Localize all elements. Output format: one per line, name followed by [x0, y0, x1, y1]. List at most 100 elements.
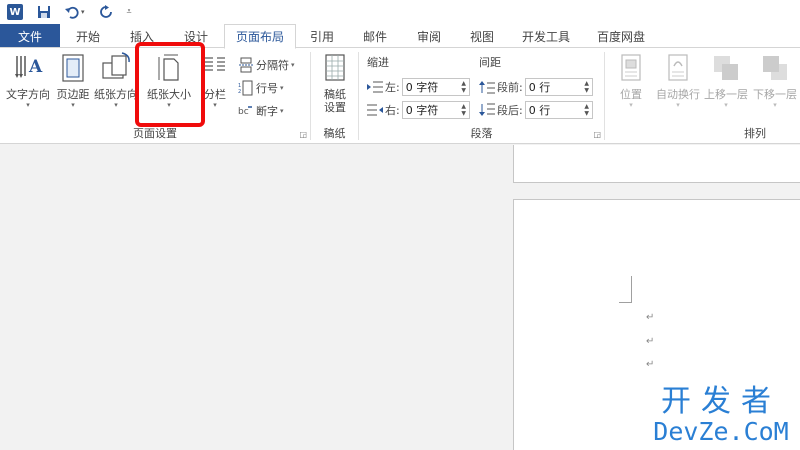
margins-button[interactable]: 页边距 ▾ [54, 52, 92, 110]
manuscript-settings-button[interactable]: 稿纸 设置 [317, 52, 353, 114]
orientation-icon [100, 52, 132, 84]
chevron-down-icon: ▾ [291, 61, 295, 69]
svg-text:bc: bc [238, 107, 249, 117]
text-direction-icon: A [12, 52, 44, 84]
indent-right-icon [367, 103, 383, 117]
breaks-icon [238, 57, 254, 73]
tab-page-layout[interactable]: 页面布局 [224, 24, 296, 49]
wrap-text-label: 自动换行 [656, 88, 700, 101]
tab-references[interactable]: 引用 [296, 24, 348, 48]
spacing-before-row: 段前: 0 行 ▲ ▼ [479, 77, 593, 97]
svg-text:2: 2 [238, 89, 241, 95]
paragraph-mark: ↵ [646, 336, 655, 347]
text-direction-label: 文字方向 [6, 88, 50, 101]
spacing-after-input[interactable]: 0 行 ▲ ▼ [524, 101, 593, 119]
indent-left-value: 0 字符 [405, 81, 439, 94]
line-numbers-icon: 12 [238, 80, 254, 96]
chevron-down-icon: ▾ [213, 101, 217, 109]
spinner-arrows-icon[interactable]: ▲ ▼ [582, 79, 592, 95]
arrange-group-label: 排列 [744, 127, 766, 140]
breaks-label: 分隔符 [256, 59, 289, 72]
manuscript-settings-label-1: 稿纸 [324, 88, 346, 101]
chevron-down-icon: ▾ [280, 107, 284, 115]
tab-file[interactable]: 文件 [0, 24, 60, 48]
spacing-before-label: 段前: [497, 81, 523, 94]
arrange-group: 位置 ▾ 自动换行 ▾ 上移一层 ▾ 下移一层 ▾ 排列 [605, 48, 800, 144]
indent-right-row: 右: 0 字符 ▲ ▼ [367, 100, 470, 120]
manuscript-settings-label-2: 设置 [324, 101, 346, 114]
undo-icon[interactable] [65, 5, 79, 19]
indent-left-input[interactable]: 0 字符 ▲ ▼ [401, 78, 470, 96]
text-direction-button[interactable]: A 文字方向 ▾ [4, 52, 52, 110]
spacing-after-label: 段后: [497, 104, 523, 117]
spinner-arrows-icon[interactable]: ▲ ▼ [459, 79, 469, 95]
manuscript-icon [319, 52, 351, 84]
paragraph-group: 缩进 间距 左: 0 字符 ▲ ▼ 右: 0 字符 ▲ ▼ 段前: 0 行 ▲ ▼ [359, 48, 604, 144]
indent-right-label: 右: [385, 104, 400, 117]
spacing-after-icon [479, 103, 495, 117]
chevron-down-icon: ▾ [629, 101, 633, 109]
redo-icon[interactable] [99, 5, 113, 19]
paper-size-highlight-box [135, 42, 205, 127]
word-logo[interactable]: W [7, 4, 23, 20]
indent-left-row: 左: 0 字符 ▲ ▼ [367, 77, 470, 97]
page-setup-group-label: 页面设置 [133, 127, 177, 140]
indent-right-value: 0 字符 [405, 104, 439, 117]
spacing-after-value: 0 行 [528, 104, 551, 117]
tab-developer[interactable]: 开发工具 [508, 24, 584, 48]
wrap-text-button[interactable]: 自动换行 ▾ [655, 52, 701, 110]
margins-icon [57, 52, 89, 84]
quick-access-toolbar: W ▾ ⩡ [0, 0, 132, 24]
hyphenation-button[interactable]: bc 断字 ▾ [238, 102, 284, 120]
previous-page-bottom [513, 145, 800, 183]
dialog-launcher-icon[interactable]: ◲ [299, 130, 307, 139]
svg-text:A: A [28, 57, 43, 77]
tab-review[interactable]: 审阅 [402, 24, 456, 48]
spacing-after-row: 段后: 0 行 ▲ ▼ [479, 100, 593, 120]
tab-home[interactable]: 开始 [60, 24, 116, 48]
chevron-down-icon: ▾ [71, 101, 75, 109]
send-backward-icon [759, 52, 791, 84]
tab-view[interactable]: 视图 [456, 24, 508, 48]
tab-baidu-netdisk[interactable]: 百度网盘 [584, 24, 658, 48]
ribbon-tabs: 文件 开始 插入 设计 页面布局 引用 邮件 审阅 视图 开发工具 百度网盘 [0, 24, 800, 49]
indent-left-icon [367, 80, 383, 94]
indent-left-label: 左: [385, 81, 400, 94]
wrap-text-icon [662, 52, 694, 84]
indent-right-input[interactable]: 0 字符 ▲ ▼ [401, 101, 470, 119]
bring-forward-label: 上移一层 [704, 88, 748, 101]
chevron-down-icon: ▾ [676, 101, 680, 109]
position-label: 位置 [620, 88, 642, 101]
tab-mailings[interactable]: 邮件 [348, 24, 402, 48]
indent-heading: 缩进 [367, 56, 389, 69]
bring-forward-icon [710, 52, 742, 84]
position-button[interactable]: 位置 ▾ [613, 52, 649, 110]
save-icon[interactable] [37, 5, 51, 19]
line-numbers-label: 行号 [256, 82, 278, 95]
paragraph-group-label: 段落 [470, 127, 493, 140]
bring-forward-button[interactable]: 上移一层 ▾ [703, 52, 749, 110]
hyphenation-icon: bc [238, 103, 254, 119]
spacing-before-value: 0 行 [528, 81, 551, 94]
spacing-before-input[interactable]: 0 行 ▲ ▼ [524, 78, 593, 96]
orientation-button[interactable]: 纸张方向 ▾ [94, 52, 138, 110]
chevron-down-icon: ▾ [280, 84, 284, 92]
customize-toolbar-icon[interactable]: ⩡ [127, 7, 132, 17]
send-backward-button[interactable]: 下移一层 ▾ [751, 52, 799, 110]
margins-label: 页边距 [56, 88, 90, 101]
paragraph-mark: ↵ [646, 312, 655, 323]
spacing-heading: 间距 [479, 56, 501, 69]
watermark-chinese-text: 开发者 [661, 384, 781, 419]
chevron-down-icon: ▾ [26, 101, 30, 109]
paragraph-mark: ↵ [646, 359, 655, 370]
spinner-arrows-icon[interactable]: ▲ ▼ [582, 102, 592, 118]
spinner-arrows-icon[interactable]: ▲ ▼ [459, 102, 469, 118]
position-icon [615, 52, 647, 84]
breaks-button[interactable]: 分隔符 ▾ [238, 56, 295, 74]
send-backward-label: 下移一层 [753, 88, 797, 101]
ribbon-panel: A 文字方向 ▾ 页边距 ▾ 纸张方向 ▾ 纸张大小 ▾ 分栏 ▾ 分隔符 ▾ … [0, 47, 800, 144]
hyphenation-label: 断字 [256, 105, 278, 118]
undo-dropdown-icon[interactable]: ▾ [81, 8, 85, 16]
line-numbers-button[interactable]: 12 行号 ▾ [238, 79, 284, 97]
dialog-launcher-icon[interactable]: ◲ [593, 130, 601, 139]
